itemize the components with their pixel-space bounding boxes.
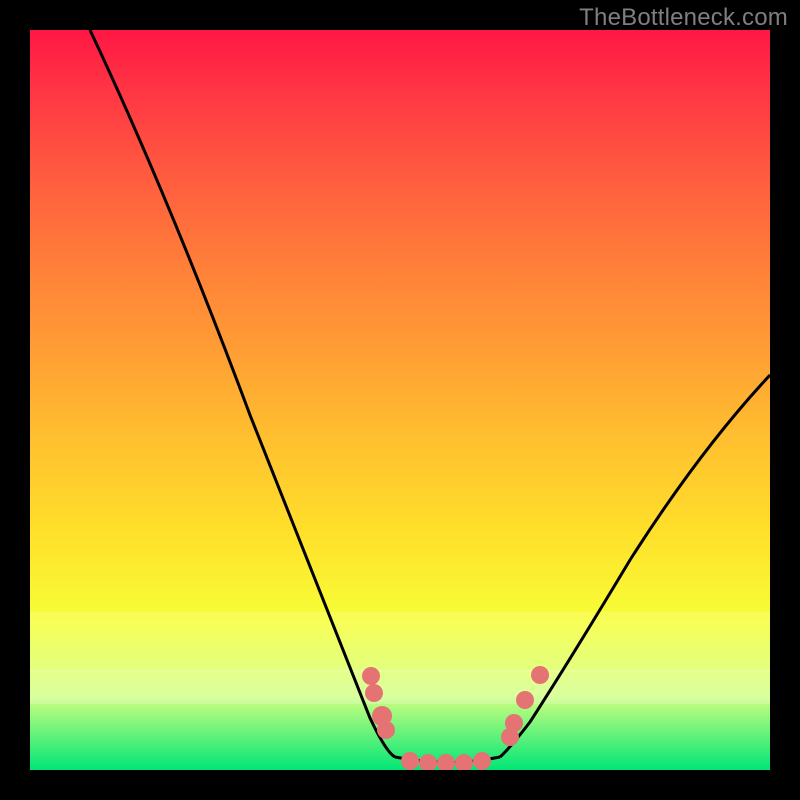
marker-dot: [419, 754, 437, 770]
marker-dot: [437, 754, 455, 770]
curve-left: [90, 30, 395, 757]
plot-area: [30, 30, 770, 770]
watermark-text: TheBottleneck.com: [579, 4, 788, 32]
marker-dot: [401, 752, 419, 770]
curve-right: [500, 375, 770, 757]
marker-dot: [365, 684, 383, 702]
marker-dot: [516, 691, 534, 709]
marker-dot: [377, 721, 395, 739]
marker-dot: [362, 667, 380, 685]
marker-dot: [473, 752, 491, 770]
marker-dot: [531, 666, 549, 684]
marker-dot: [455, 754, 473, 770]
chart-svg: [30, 30, 770, 770]
marker-dot: [505, 714, 523, 732]
